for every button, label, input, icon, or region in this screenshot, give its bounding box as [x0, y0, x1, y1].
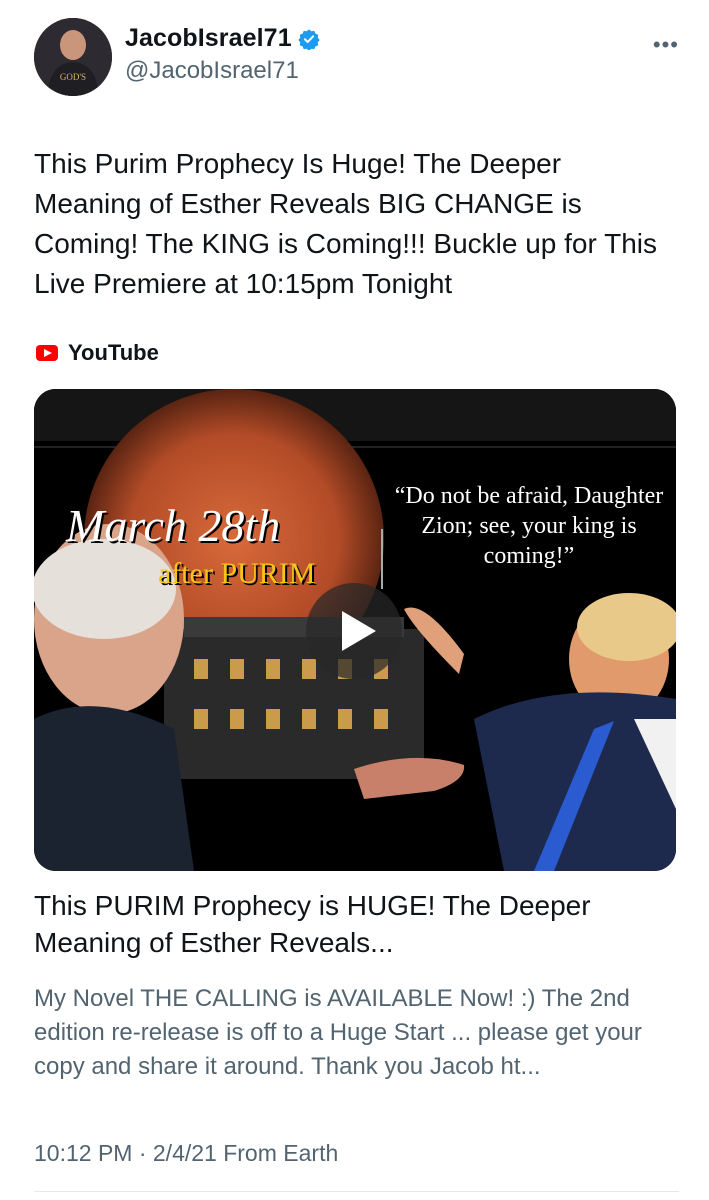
play-icon[interactable] [306, 583, 402, 679]
youtube-icon [36, 345, 58, 361]
tweet-text: This Purim Prophecy Is Huge! The Deeper … [34, 148, 657, 299]
tweet-timestamp[interactable]: 10:12 PM · 2/4/21 From Earth [34, 1140, 338, 1167]
thumbnail-title-line1: March 28th [66, 500, 281, 551]
user-handle[interactable]: @JacobIsrael71 [125, 57, 320, 85]
tweet-header: GOD'S JacobIsrael71 @JacobIsrael71 ••• [34, 18, 679, 100]
svg-text:GOD'S: GOD'S [60, 72, 86, 82]
card-source: YouTube [36, 340, 159, 366]
more-options-icon[interactable]: ••• [653, 32, 679, 58]
thumbnail-title-line2: after PURIM [158, 557, 316, 590]
avatar[interactable]: GOD'S [34, 18, 112, 96]
thumbnail-quote: “Do not be afraid, Daughter Zion; see, y… [394, 483, 664, 569]
verified-badge-icon [298, 28, 320, 50]
divider [34, 1191, 679, 1192]
card-title[interactable]: This PURIM Prophecy is HUGE! The Deeper … [34, 887, 674, 961]
card-description[interactable]: My Novel THE CALLING is AVAILABLE Now! :… [34, 982, 674, 1084]
display-name[interactable]: JacobIsrael71 [125, 24, 292, 53]
video-thumbnail[interactable]: March 28th after PURIM “Do not be afraid… [34, 389, 676, 871]
card-source-label: YouTube [68, 340, 159, 365]
